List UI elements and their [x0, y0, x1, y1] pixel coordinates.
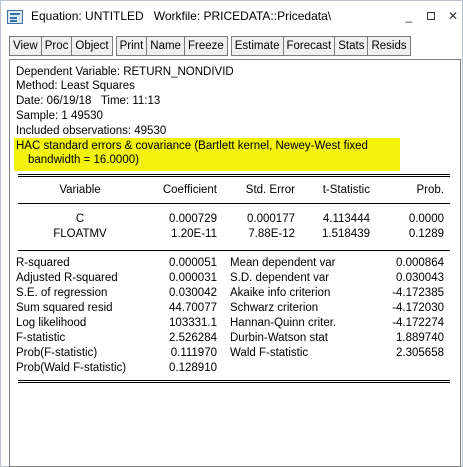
print-button[interactable]: Print: [115, 36, 148, 56]
row-floatmv-t-statistic: 1.518439: [322, 228, 370, 240]
col-t-statistic: t-Statistic: [322, 184, 370, 196]
stat-label: Sum squared resid: [16, 302, 113, 314]
row-c-variable: C: [75, 213, 85, 225]
stat-label: Hannan-Quinn criter.: [230, 317, 337, 329]
minimize-button[interactable]: _: [398, 6, 420, 26]
stat-label: R-squared: [16, 257, 70, 269]
close-button[interactable]: ✕: [442, 6, 463, 26]
estimation-output[interactable]: Dependent Variable: RETURN_NONDIVID Meth…: [9, 59, 461, 467]
row-c-t-statistic: 4.113444: [322, 213, 370, 225]
col-prob: Prob.: [416, 184, 445, 196]
title-bar[interactable]: Equation: UNTITLED Workfile: PRICEDATA::…: [1, 1, 462, 33]
stat-label: Adjusted R-squared: [16, 272, 118, 284]
table-rule-stats-top: [18, 250, 450, 251]
row-floatmv-variable: FLOATMV: [53, 228, 107, 240]
estimate-button[interactable]: Estimate: [230, 36, 284, 56]
hac-line-2: bandwidth = 16.0000): [28, 154, 139, 166]
stat-label: S.E. of regression: [16, 287, 108, 299]
row-floatmv-coefficient: 1.20E-11: [171, 228, 217, 240]
row-c-std-error: 0.000177: [247, 213, 295, 225]
equation-window-icon: [7, 10, 23, 24]
stat-value: -4.172274: [392, 317, 444, 329]
resids-button[interactable]: Resids: [367, 36, 411, 56]
row-c-prob: 0.0000: [408, 213, 444, 225]
table-rule-bottom: [18, 380, 450, 381]
row-floatmv-std-error: 7.88E-12: [248, 228, 295, 240]
stat-value: 0.000031: [169, 272, 217, 284]
maximize-icon: [427, 12, 435, 20]
col-variable: Variable: [59, 184, 101, 196]
stat-label: Wald F-statistic: [230, 347, 309, 359]
stat-label: Akaike info criterion: [230, 287, 331, 299]
stat-value: 103331.1: [169, 317, 217, 329]
row-floatmv-prob: 0.1289: [408, 228, 444, 240]
stat-value: -4.172385: [392, 287, 444, 299]
col-coefficient: Coefficient: [162, 184, 217, 196]
equation-toolbar: View Proc Object Print Name Freeze Estim…: [9, 36, 411, 56]
hac-line-1: HAC standard errors & covariance (Bartle…: [16, 140, 368, 152]
equation-window: Equation: UNTITLED Workfile: PRICEDATA::…: [0, 0, 463, 467]
stat-label: Durbin-Watson stat: [230, 332, 328, 344]
forecast-button[interactable]: Forecast: [282, 36, 336, 56]
stat-value: 0.111970: [170, 347, 217, 359]
stat-value: 0.000051: [169, 257, 217, 269]
dependent-variable-line: Dependent Variable: RETURN_NONDIVID: [16, 66, 234, 78]
object-button[interactable]: Object: [71, 36, 113, 56]
stat-value: 0.128910: [169, 362, 217, 374]
stat-value: 0.030042: [169, 287, 217, 299]
stat-label: Mean dependent var: [230, 257, 336, 269]
stat-value: -4.172030: [392, 302, 444, 314]
table-rule-top-2: [18, 176, 450, 177]
table-rule-top: [18, 174, 450, 175]
table-rule-bottom-2: [18, 382, 450, 383]
stat-value: 2.305658: [396, 347, 444, 359]
date-line: Date: 06/19/18 Time: 11:13: [16, 95, 161, 107]
stat-label: Prob(F-statistic): [16, 347, 98, 359]
stat-value: 0.000864: [396, 257, 444, 269]
stat-label: S.D. dependent var: [230, 272, 330, 284]
stat-label: Prob(Wald F-statistic): [16, 362, 127, 374]
stat-value: 2.526284: [169, 332, 217, 344]
stat-value: 1.889740: [396, 332, 444, 344]
stat-value: 0.030043: [396, 272, 444, 284]
stat-label: F-statistic: [16, 332, 66, 344]
window-title: Equation: UNTITLED Workfile: PRICEDATA::…: [31, 9, 332, 23]
proc-button[interactable]: Proc: [40, 36, 73, 56]
stat-label: Log likelihood: [16, 317, 87, 329]
row-c-coefficient: 0.000729: [169, 213, 217, 225]
stat-label: Schwarz criterion: [230, 302, 319, 314]
stat-value: 44.70077: [169, 302, 217, 314]
name-button[interactable]: Name: [146, 36, 185, 56]
observations-line: Included observations: 49530: [16, 125, 167, 137]
col-std-error: Std. Error: [245, 184, 295, 196]
freeze-button[interactable]: Freeze: [183, 36, 228, 56]
stats-button[interactable]: Stats: [334, 36, 369, 56]
sample-line: Sample: 1 49530: [16, 110, 103, 122]
table-rule-mid: [18, 203, 450, 204]
maximize-button[interactable]: [420, 6, 442, 26]
view-button[interactable]: View: [9, 36, 42, 56]
method-line: Method: Least Squares: [16, 80, 135, 92]
